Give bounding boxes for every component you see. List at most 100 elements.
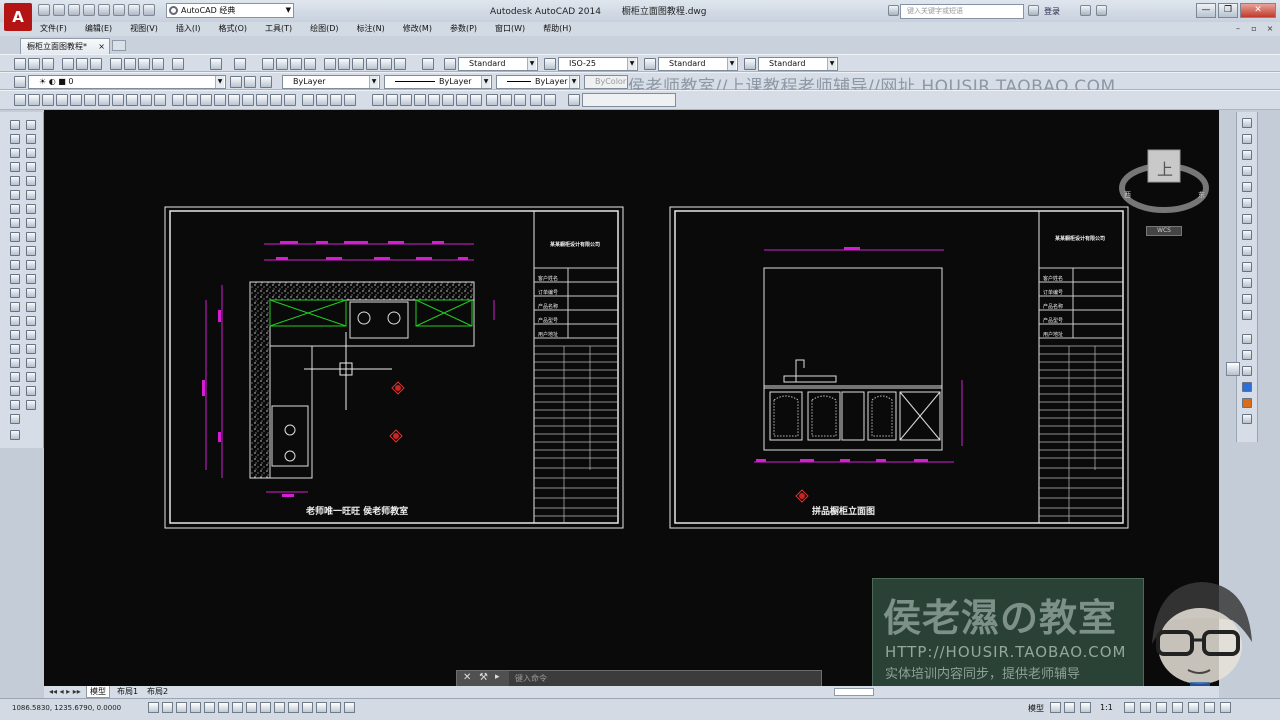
dim-edit-icon[interactable] [256,94,268,106]
mirror-icon[interactable] [26,148,36,158]
zoom-window-icon[interactable] [290,58,302,70]
exchange-icon[interactable] [1080,5,1091,16]
trim-icon[interactable] [26,246,36,256]
lock-icon[interactable] [1156,702,1167,713]
hatch-icon[interactable] [10,316,20,326]
make-current-layer-icon[interactable] [230,76,242,88]
redo-icon[interactable] [128,4,140,16]
polygon-icon[interactable] [10,162,20,172]
help-icon[interactable] [1096,5,1107,16]
extrude-icon[interactable] [1242,118,1252,128]
dyn-icon[interactable] [274,702,285,713]
layer-isolate-icon[interactable] [260,76,272,88]
pan-icon[interactable] [262,58,274,70]
edit-polyline-icon[interactable] [26,386,36,396]
viewcube[interactable]: 上 西 东 WCS [1118,146,1210,238]
loft-icon[interactable] [1242,166,1252,176]
angular-icon[interactable] [112,94,124,106]
table-style-select[interactable]: Standard ▼ [658,57,738,71]
wrench-icon[interactable]: ⚒ [479,672,488,683]
save-icon[interactable] [68,4,80,16]
open-icon[interactable] [53,4,65,16]
wireframe-icon[interactable] [1242,350,1252,360]
search-icon[interactable] [1028,5,1039,16]
diameter-icon[interactable] [98,94,110,106]
snap-icon[interactable] [162,702,173,713]
fillet-icon[interactable] [26,330,36,340]
doc-minimize-button[interactable]: – [1232,24,1244,34]
rectangle-icon[interactable] [10,176,20,186]
aligned-dim-icon[interactable] [28,94,40,106]
tab-nav-arrows[interactable]: ◂◂ ◂ ▸ ▸▸ [46,686,84,698]
menu-view[interactable]: 视图(V) [130,22,158,36]
jogged-linear-icon[interactable] [242,94,254,106]
continue-icon[interactable] [154,94,166,106]
publish-icon[interactable] [90,58,102,70]
osnap-intersection-icon[interactable] [330,94,342,106]
horizontal-scrollbar[interactable] [834,688,874,696]
annotation-visibility-icon[interactable] [1124,702,1135,713]
polyline-icon[interactable] [10,148,20,158]
application-menu-button[interactable]: A [4,3,32,31]
add-selected-icon[interactable] [10,386,20,396]
help-search-input[interactable]: 键入关键字或短语 [900,4,1024,19]
tool-palettes-icon[interactable] [352,58,364,70]
file-tab[interactable]: 橱柜立面图教程* × [20,38,110,54]
text-style-select[interactable]: Standard ▼ [458,57,538,71]
viewcube-west[interactable]: 西 [1124,190,1131,200]
quick-dim-icon[interactable] [126,94,138,106]
print-icon[interactable] [62,58,74,70]
copy-object-icon[interactable] [26,134,36,144]
maximize-button[interactable]: ❐ [1218,3,1238,18]
dim-break-icon[interactable] [186,94,198,106]
undo-icon[interactable] [113,4,125,16]
free-orbit-icon[interactable] [500,94,512,106]
arc-icon[interactable] [10,190,20,200]
wcs-menu[interactable]: WCS [1146,226,1182,236]
join-icon[interactable] [26,302,36,312]
layer-select[interactable]: ☀ ◐ ■ 0 ▼ [28,75,226,89]
revcloud-icon[interactable] [10,218,20,228]
plot-icon[interactable] [98,4,110,16]
navbar-pan-icon[interactable] [1226,362,1240,376]
baseline-icon[interactable] [140,94,152,106]
layer-previous-icon[interactable] [244,76,256,88]
qnew-icon[interactable] [14,58,26,70]
inspection-icon[interactable] [228,94,240,106]
sc-icon[interactable] [330,702,341,713]
dim-style-select[interactable]: ISO-25 ▼ [558,57,638,71]
shade-icon[interactable] [530,94,542,106]
copy-icon[interactable] [124,58,136,70]
sweep-icon[interactable] [1242,150,1252,160]
dim-text-edit-icon[interactable] [270,94,282,106]
arc-length-icon[interactable] [42,94,54,106]
explode-icon[interactable] [26,358,36,368]
menu-insert[interactable]: 插入(I) [176,22,201,36]
new-tab-button[interactable] [112,40,126,51]
menu-format[interactable]: 格式(O) [218,22,247,36]
interfere-icon[interactable] [1242,278,1252,288]
region-icon[interactable] [10,344,20,354]
clean-screen-icon[interactable] [1220,702,1231,713]
quick-view-drawings-icon[interactable] [1064,702,1075,713]
workspace-select[interactable]: AutoCAD 经典 ▼ [166,3,294,18]
menu-help[interactable]: 帮助(H) [543,22,571,36]
osnap-icon[interactable] [218,702,229,713]
break-point-icon[interactable] [26,274,36,284]
menu-modify[interactable]: 修改(M) [403,22,432,36]
plotstyle-select[interactable]: ByColor [584,75,628,89]
lengthen-icon[interactable] [26,372,36,382]
osnap-midpoint-icon[interactable] [316,94,328,106]
chamfer-icon[interactable] [26,316,36,326]
view-bottom-icon[interactable] [386,94,398,106]
text-icon[interactable] [10,400,20,410]
radius-icon[interactable] [70,94,82,106]
circle-icon[interactable] [10,204,20,214]
make-block-icon[interactable] [10,288,20,298]
presspull-icon[interactable] [1242,182,1252,192]
properties-icon[interactable] [324,58,336,70]
offset-icon[interactable] [26,162,36,172]
view-right-icon[interactable] [414,94,426,106]
mleader-style-icon[interactable] [744,58,756,70]
preview-icon[interactable] [76,58,88,70]
